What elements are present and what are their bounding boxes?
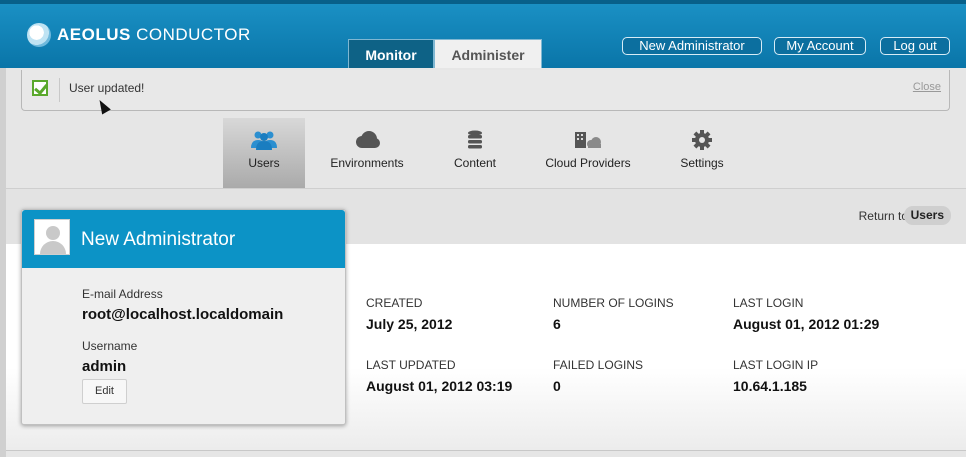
app-logo[interactable]: AEOLUS CONDUCTOR bbox=[27, 23, 251, 47]
nav-label-content: Content bbox=[453, 156, 497, 170]
my-account-button[interactable]: My Account bbox=[774, 37, 866, 55]
failed-logins-value: 0 bbox=[553, 378, 561, 394]
number-of-logins-label: NUMBER OF LOGINS bbox=[553, 296, 674, 310]
username-label: Username bbox=[82, 339, 138, 353]
nav-item-users[interactable]: Users bbox=[223, 118, 305, 188]
nav-item-content[interactable]: Content bbox=[440, 118, 510, 188]
failed-logins-label: FAILED LOGINS bbox=[553, 358, 644, 372]
email-value: root@localhost.localdomain bbox=[82, 306, 284, 323]
last-login-ip-label: LAST LOGIN IP bbox=[733, 358, 819, 372]
user-card-header: New Administrator bbox=[22, 210, 345, 268]
admin-nav: Users Environments Content Cloud Provide… bbox=[6, 118, 966, 188]
nav-item-environments[interactable]: Environments bbox=[324, 118, 410, 188]
gear-icon bbox=[692, 130, 712, 150]
top-header: AEOLUS CONDUCTOR Monitor Administer New … bbox=[0, 0, 966, 72]
bottom-divider bbox=[6, 450, 966, 451]
email-label: E-mail Address bbox=[82, 287, 163, 301]
new-administrator-button[interactable]: New Administrator bbox=[622, 37, 762, 55]
nav-label-settings: Settings bbox=[680, 156, 724, 170]
created-label: CREATED bbox=[366, 296, 423, 310]
avatar bbox=[34, 219, 70, 255]
nav-item-settings[interactable]: Settings bbox=[668, 118, 736, 188]
user-card: New Administrator E-mail Address root@lo… bbox=[21, 209, 346, 425]
last-login-value: August 01, 2012 01:29 bbox=[733, 316, 880, 332]
avatar-body bbox=[40, 241, 66, 254]
checkmark-icon bbox=[32, 80, 48, 96]
app-title: AEOLUS CONDUCTOR bbox=[57, 25, 251, 44]
number-of-logins-value: 6 bbox=[553, 316, 561, 332]
database-icon bbox=[468, 130, 482, 149]
users-icon bbox=[251, 131, 277, 150]
nav-label-environments: Environments bbox=[330, 156, 404, 170]
edit-button[interactable]: Edit bbox=[82, 379, 127, 404]
nav-item-cloud-providers[interactable]: Cloud Providers bbox=[536, 118, 640, 188]
user-card-title: New Administrator bbox=[81, 229, 236, 250]
nav-label-cloud-providers: Cloud Providers bbox=[545, 156, 631, 170]
logout-button[interactable]: Log out bbox=[880, 37, 950, 55]
username-value: admin bbox=[82, 358, 127, 375]
last-login-ip-value: 10.64.1.185 bbox=[733, 378, 807, 394]
last-login-label: LAST LOGIN bbox=[733, 296, 804, 310]
last-updated-value: August 01, 2012 03:19 bbox=[366, 378, 513, 394]
flash-close-link[interactable]: Close bbox=[913, 81, 941, 93]
last-updated-label: LAST UPDATED bbox=[366, 358, 456, 372]
nav-label-users: Users bbox=[248, 156, 280, 170]
flash-notice: User updated! Close bbox=[21, 70, 950, 111]
cloud-icon bbox=[356, 131, 380, 148]
created-value: July 25, 2012 bbox=[366, 316, 453, 332]
return-users-button[interactable]: Users bbox=[903, 206, 951, 225]
flash-divider bbox=[59, 78, 60, 102]
aeolus-logo-icon bbox=[27, 23, 51, 47]
building-cloud-icon bbox=[575, 132, 601, 148]
return-label: Return to bbox=[858, 209, 908, 223]
flash-message: User updated! bbox=[69, 81, 145, 95]
avatar-head bbox=[46, 226, 60, 240]
